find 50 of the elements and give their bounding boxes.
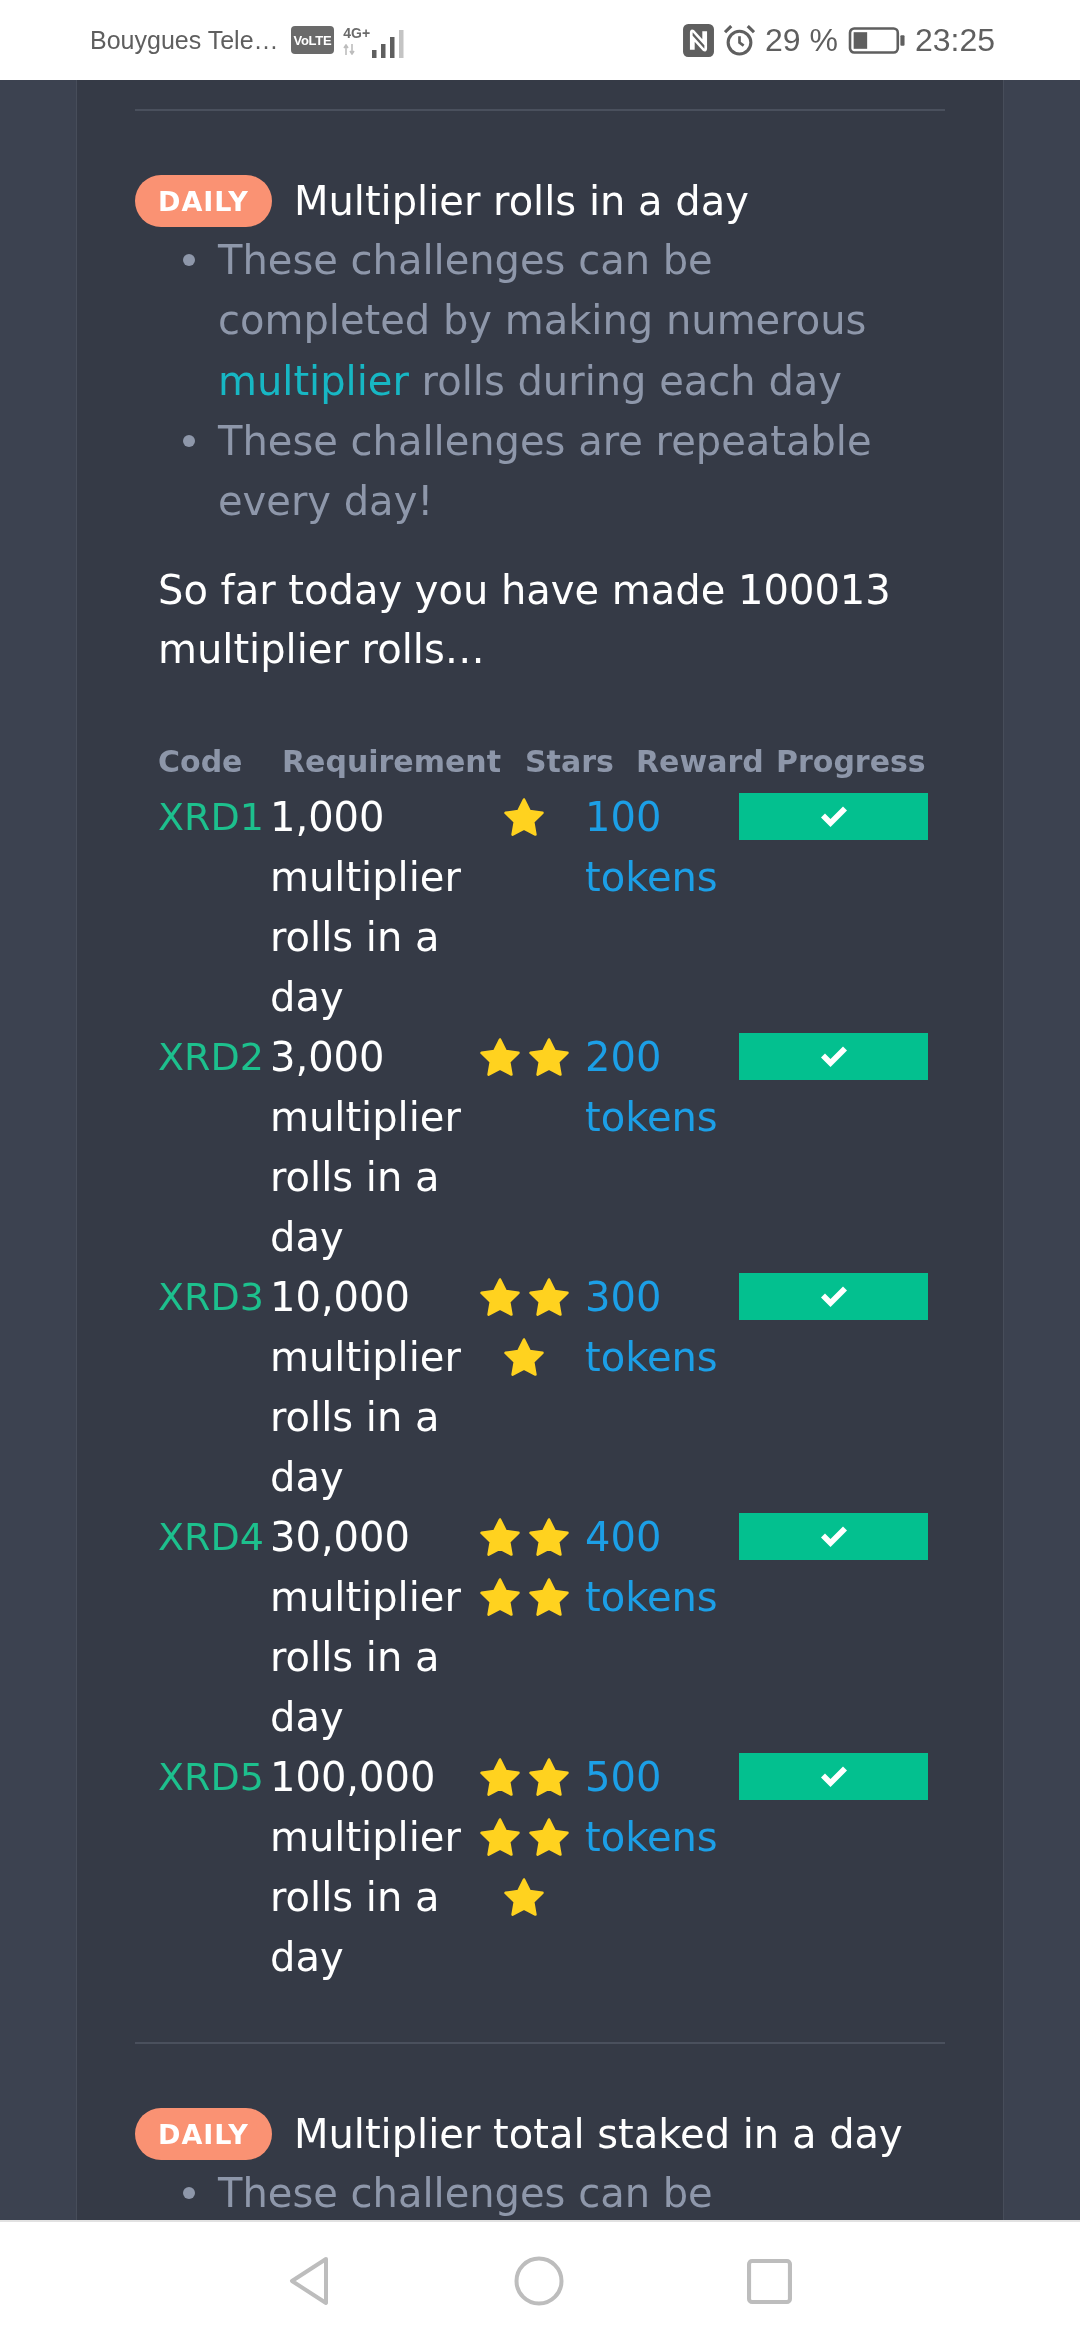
bullet-icon (183, 2187, 195, 2200)
reward-text: 200 tokens (585, 1033, 719, 1143)
battery-icon (847, 26, 905, 54)
back-icon[interactable] (288, 2256, 330, 2306)
volte-badge: VoLTE (290, 26, 335, 54)
challenge-title: Multiplier rolls in a day (293, 177, 749, 226)
reward-text: 400 tokens (585, 1513, 719, 1623)
challenge-code: XRD4 (158, 1514, 264, 1562)
bullet-text: These challenges are repeatable every day! (218, 416, 873, 526)
text-link[interactable]: multiplier (218, 357, 409, 404)
check-icon (819, 805, 848, 828)
progress-summary: So far today you have made 100013 multiplier rolls… (158, 566, 892, 675)
daily-badge: DAILY (135, 175, 272, 227)
reward-text: 500 tokens (585, 1753, 719, 1863)
home-icon[interactable] (514, 2256, 564, 2306)
column-header: Code (158, 744, 243, 780)
challenge-code: XRD3 (158, 1274, 264, 1322)
challenge-code: XRD2 (158, 1034, 264, 1082)
nfc-icon (683, 23, 714, 57)
check-icon (819, 1525, 848, 1548)
signal-icon (372, 30, 405, 58)
carrier-name: Bouygues Tele… (90, 25, 279, 55)
column-header: Reward (636, 744, 764, 780)
battery-percent: 29 % (765, 21, 838, 59)
check-icon (819, 1765, 848, 1788)
column-header: Stars (525, 744, 614, 780)
reward-text: 300 tokens (585, 1273, 719, 1383)
requirement-text: 10,000 multiplier rolls in a day (270, 1273, 462, 1503)
column-header: Progress (776, 744, 926, 780)
network-type: 4G+ (343, 25, 371, 41)
requirement-text: 100,000 multiplier rolls in a day (270, 1753, 462, 1983)
column-header: Requirement (282, 744, 501, 780)
check-icon (819, 1285, 848, 1308)
clock-time: 23:25 (914, 21, 995, 59)
requirement-text: 30,000 multiplier rolls in a day (270, 1513, 462, 1743)
bullet-icon (183, 254, 195, 266)
recent-apps-icon[interactable] (746, 2258, 792, 2304)
challenge-title: Multiplier total staked in a day (293, 2110, 903, 2160)
reward-text: 100 tokens (585, 793, 719, 903)
challenge-code: XRD1 (158, 794, 264, 842)
requirement-text: 1,000 multiplier rolls in a day (270, 793, 462, 1023)
bullet-text: These challenges can be completed by making numerous multiplier rolls during each day (218, 236, 868, 406)
bullet-text: These challenges can be (218, 2169, 714, 2219)
challenge-code: XRD5 (158, 1754, 264, 1802)
alarm-icon (724, 24, 755, 56)
daily-badge: DAILY (135, 2108, 272, 2161)
data-arrows-icon (343, 43, 356, 55)
bullet-icon (183, 434, 195, 447)
check-icon (819, 1045, 848, 1068)
requirement-text: 3,000 multiplier rolls in a day (270, 1033, 462, 1263)
